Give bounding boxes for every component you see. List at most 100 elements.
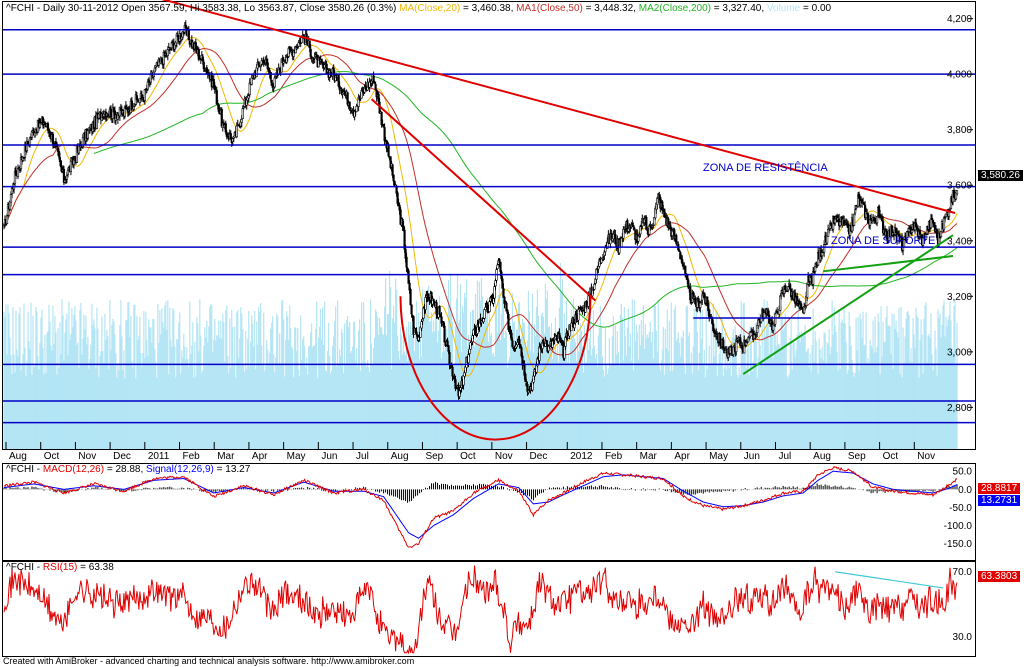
resistance-trendline — [161, 0, 956, 214]
ma20-label: MA(Close,20) — [399, 3, 461, 14]
candle-body — [935, 229, 939, 238]
candle-body — [516, 342, 519, 346]
macd-y-label: 50.0 — [953, 467, 973, 478]
candle-body — [242, 106, 245, 109]
x-tick-label: Dec — [113, 451, 131, 462]
x-tick-label: Aug — [9, 451, 27, 462]
rsi-y-label: 30.0 — [953, 632, 973, 643]
y-tick-label: 4,200 — [947, 14, 972, 25]
candle-body — [943, 217, 947, 220]
candle-body — [684, 265, 687, 274]
rsi-y-labels: 70.0 30.0 — [953, 567, 973, 643]
candle-body — [313, 56, 316, 59]
macd-y-label: -50.0 — [949, 503, 972, 514]
macd-lines — [3, 465, 958, 548]
header-symbol: ^FCHI — [6, 3, 35, 14]
macd-header: ^FCHI - MACD(12,26) = 28.88, Signal(12,2… — [6, 464, 251, 475]
candle-body — [343, 90, 346, 94]
candle-body — [910, 229, 914, 233]
candle-body — [269, 72, 272, 80]
signal-value-tag: 13.2731 — [978, 495, 1021, 506]
rsi-chart[interactable]: 70.0 30.0 — [3, 562, 975, 656]
candle-body — [948, 208, 952, 211]
x-tick-label: Jun — [321, 451, 337, 462]
candle-body — [51, 133, 55, 145]
candle-body — [438, 306, 441, 315]
rsi-value-tag: 63.3803 — [978, 571, 1021, 582]
x-tick-label: 2011 — [148, 451, 170, 462]
x-tick-label: Oct — [44, 451, 60, 462]
candle-body — [349, 107, 352, 110]
ma200-line — [93, 71, 958, 328]
candle-body — [472, 329, 475, 336]
candle-body — [410, 304, 413, 315]
footer-credit: Created with AmiBroker - advanced charti… — [3, 656, 415, 666]
signal-label: Signal(12,26,9) — [146, 464, 214, 475]
candle-body — [451, 366, 454, 377]
candle-body — [355, 105, 358, 112]
candle-body — [604, 247, 607, 253]
candle-body — [839, 221, 842, 226]
candle-body — [391, 164, 394, 176]
candle-body — [496, 264, 499, 270]
signal-value: = 13.27 — [213, 464, 251, 475]
candle-body — [483, 309, 486, 319]
candle-body — [235, 125, 238, 138]
x-tick-label: May — [287, 451, 306, 462]
candle-body — [538, 346, 541, 361]
y-tick-label: 3,400 — [947, 236, 972, 247]
x-tick-label: Jul — [778, 451, 791, 462]
x-tick-label: Oct — [883, 451, 899, 462]
candle-body — [392, 174, 395, 182]
rsi-panel[interactable]: 70.0 30.0 ^FCHI - RSI(15) = 63.38 — [2, 561, 976, 657]
x-tick-label: Mar — [217, 451, 235, 462]
candle-body — [448, 352, 451, 366]
x-tick-label: Jun — [744, 451, 760, 462]
macd-y-label: -100.0 — [944, 521, 973, 532]
candle-body — [511, 340, 514, 348]
macd-label: MACD(12,26) — [42, 464, 105, 475]
x-tick-label: Nov — [78, 451, 96, 462]
candle-body — [699, 302, 702, 308]
macd-value-tag: 28.8817 — [978, 483, 1021, 494]
rsi-y-label: 70.0 — [953, 567, 973, 578]
macd-y-labels: 50.0 0.0 -50.0 -100.0 -150.0 — [944, 467, 973, 550]
ma200-value: = 3,327.40, — [711, 3, 765, 14]
y-tick-label: 4,000 — [947, 70, 972, 81]
header-info: - Daily 30-11-2012 Open 3567.59, Hi 3583… — [36, 3, 397, 14]
volume-label: Volume — [766, 3, 801, 14]
candle-body — [823, 244, 826, 253]
x-tick-label: May — [709, 451, 728, 462]
candle-body — [730, 345, 733, 348]
candle-body — [930, 217, 934, 221]
last-price-tag: 3,580.26 — [978, 170, 1023, 181]
x-tick-label: Apr — [674, 451, 690, 462]
y-tick-label: 3,600 — [947, 181, 972, 192]
price-chart[interactable]: Aug Oct Nov Dec 2011 Feb Mar Apr May Jun Jul Aug Sep… — [2, 0, 975, 464]
candle-body — [869, 218, 873, 221]
candle-body — [296, 46, 299, 49]
x-tick-label: Dec — [530, 451, 548, 462]
macd-chart[interactable]: 50.0 0.0 -50.0 -100.0 -150.0 — [3, 464, 975, 560]
candle-body — [632, 224, 635, 227]
price-header: ^FCHI - Daily 30-11-2012 Open 3567.59, H… — [6, 3, 831, 14]
candle-body — [443, 325, 446, 343]
macd-symbol: ^FCHI — [6, 464, 35, 475]
candle-body — [387, 144, 390, 157]
candle-body — [241, 108, 244, 119]
x-tick-label: Nov — [917, 451, 935, 462]
ma20-value: = 3,460.38, — [460, 3, 514, 14]
rsi-line — [3, 565, 958, 655]
price-panel[interactable]: Aug Oct Nov Dec 2011 Feb Mar Apr May Jun Jul Aug Sep… — [2, 0, 976, 462]
macd-panel[interactable]: 50.0 0.0 -50.0 -100.0 -150.0 ^FCHI - MACD(12… — [2, 463, 976, 561]
volume-bars — [3, 263, 958, 449]
candle-body — [518, 339, 521, 346]
macd-y-label: -150.0 — [944, 539, 973, 550]
candle-body — [240, 119, 243, 123]
y-tick-label: 3,800 — [947, 125, 972, 136]
candle-body — [421, 318, 424, 322]
x-tick-label: Aug — [813, 451, 831, 462]
candle-body — [59, 160, 63, 168]
candle-body — [939, 231, 943, 238]
x-tick-label: Mar — [640, 451, 658, 462]
